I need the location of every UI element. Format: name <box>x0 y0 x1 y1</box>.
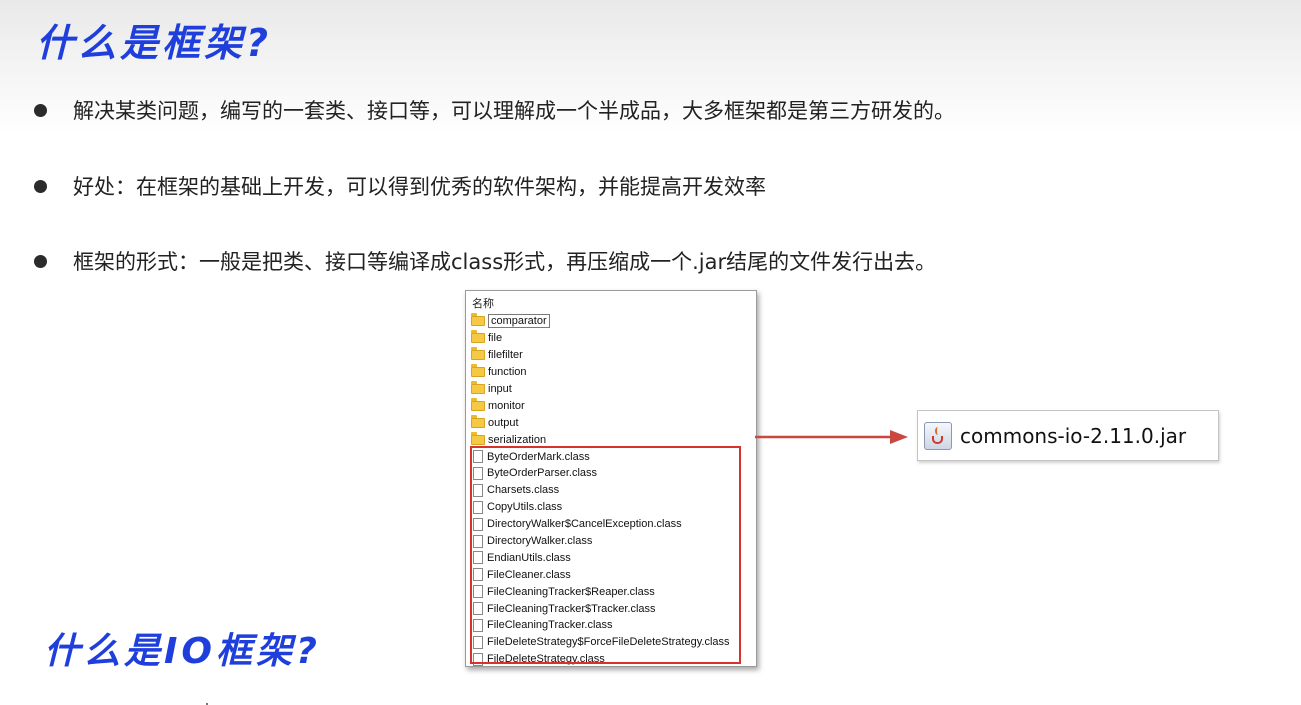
file-name: FileDeleteStrategy.class <box>487 653 605 666</box>
file-item[interactable]: FileDeleteStrategy$ForceFileDeleteStrate… <box>471 634 730 651</box>
folder-name: serialization <box>488 433 547 446</box>
file-list: comparator file filefilter function inpu… <box>471 313 730 666</box>
folder-item[interactable]: input <box>471 381 730 398</box>
class-file-icon <box>473 551 483 565</box>
file-item[interactable]: EndianUtils.class <box>471 549 730 566</box>
file-name: CopyUtils.class <box>487 501 563 514</box>
class-file-icon <box>473 585 483 599</box>
folder-name: function <box>488 366 527 379</box>
class-file-icon <box>473 517 483 531</box>
file-item[interactable]: DirectoryWalker$CancelException.class <box>471 516 730 533</box>
folder-icon <box>471 381 485 394</box>
class-file-icon <box>473 483 483 497</box>
file-name: FileCleaningTracker.class <box>487 619 613 632</box>
class-file-icon <box>473 466 483 480</box>
folder-icon <box>471 364 485 378</box>
class-file-icon <box>473 568 483 582</box>
file-item[interactable]: ByteOrderParser.class <box>471 465 730 482</box>
bullet-item: 好处：在框架的基础上开发，可以得到优秀的软件架构，并能提高开发效率 <box>34 169 766 203</box>
file-name: ByteOrderParser.class <box>487 467 598 480</box>
file-name: EndianUtils.class <box>487 551 571 564</box>
folder-icon <box>471 330 485 344</box>
file-explorer-panel: 名称 comparator file filefilter function i… <box>465 290 757 667</box>
java-jar-icon <box>924 421 952 450</box>
bullet-dot-icon <box>34 254 47 268</box>
slide-title: 什么是框架? <box>36 21 273 65</box>
folder-icon <box>471 414 485 428</box>
file-name: DirectoryWalker.class <box>487 535 593 548</box>
folder-icon <box>471 397 485 411</box>
bullet-text: 解决某类问题，编写的一套类、接口等，可以理解成一个半成品，大多框架都是第三方研发… <box>73 99 955 123</box>
file-item[interactable]: FileCleaningTracker$Reaper.class <box>471 583 730 600</box>
class-file-icon <box>473 450 483 464</box>
folder-item[interactable]: file <box>471 330 730 347</box>
bullet-dot-icon <box>34 179 47 193</box>
folder-item[interactable]: function <box>471 364 730 381</box>
folder-icon <box>471 313 485 327</box>
jar-file-item[interactable]: commons-io-2.11.0.jar <box>917 410 1219 461</box>
column-header-name[interactable]: 名称 <box>472 295 494 311</box>
folder-item[interactable]: filefilter <box>471 347 730 364</box>
file-name: FileCleaningTracker$Tracker.class <box>487 602 656 615</box>
file-name: DirectoryWalker$CancelException.class <box>487 518 682 531</box>
folder-name: filefilter <box>488 349 523 362</box>
folder-name: comparator <box>488 314 550 329</box>
class-file-icon <box>473 635 483 649</box>
jar-file-name: commons-io-2.11.0.jar <box>960 423 1187 448</box>
arrow-icon <box>755 430 908 444</box>
file-item[interactable]: ByteOrderMark.class <box>471 448 730 465</box>
file-item[interactable]: FileCleaner.class <box>471 566 730 583</box>
file-name: Charsets.class <box>487 484 560 497</box>
bullet-text: 好处：在框架的基础上开发，可以得到优秀的软件架构，并能提高开发效率 <box>73 175 766 199</box>
folder-name: file <box>488 332 503 345</box>
folder-name: input <box>488 383 512 395</box>
class-file-icon <box>473 602 483 616</box>
folder-icon <box>471 431 485 445</box>
class-file-icon <box>473 500 483 514</box>
file-item[interactable]: CopyUtils.class <box>471 499 730 516</box>
class-file-icon <box>473 652 483 666</box>
file-name: FileDeleteStrategy$ForceFileDeleteStrate… <box>487 636 730 649</box>
folder-item[interactable]: comparator <box>471 313 730 330</box>
folder-item[interactable]: output <box>471 414 730 431</box>
file-name: ByteOrderMark.class <box>487 450 590 463</box>
bullet-item: 解决某类问题，编写的一套类、接口等，可以理解成一个半成品，大多框架都是第三方研发… <box>34 93 955 127</box>
bullet-item: 框架的形式：一般是把类、接口等编译成class形式，再压缩成一个.jar结尾的文… <box>34 244 936 278</box>
class-file-icon <box>473 534 483 548</box>
folder-name: output <box>488 416 519 429</box>
file-item[interactable]: DirectoryWalker.class <box>471 533 730 550</box>
folder-icon <box>471 347 485 361</box>
folder-item[interactable]: monitor <box>471 397 730 414</box>
file-name: FileCleaningTracker$Reaper.class <box>487 585 655 598</box>
file-item[interactable]: FileCleaningTracker$Tracker.class <box>471 600 730 617</box>
file-item[interactable]: FileCleaningTracker.class <box>471 617 730 634</box>
folder-item[interactable]: serialization <box>471 431 730 448</box>
bullet-text: 框架的形式：一般是把类、接口等编译成class形式，再压缩成一个.jar结尾的文… <box>73 250 937 274</box>
section-title-io: 什么是IO框架? <box>44 631 321 672</box>
file-name: FileCleaner.class <box>487 568 571 581</box>
file-item[interactable]: Charsets.class <box>471 482 730 499</box>
class-file-icon <box>473 618 483 632</box>
file-item[interactable]: FileDeleteStrategy.class <box>471 651 730 666</box>
bullet-dot-icon <box>34 103 47 117</box>
folder-name: monitor <box>488 399 525 412</box>
